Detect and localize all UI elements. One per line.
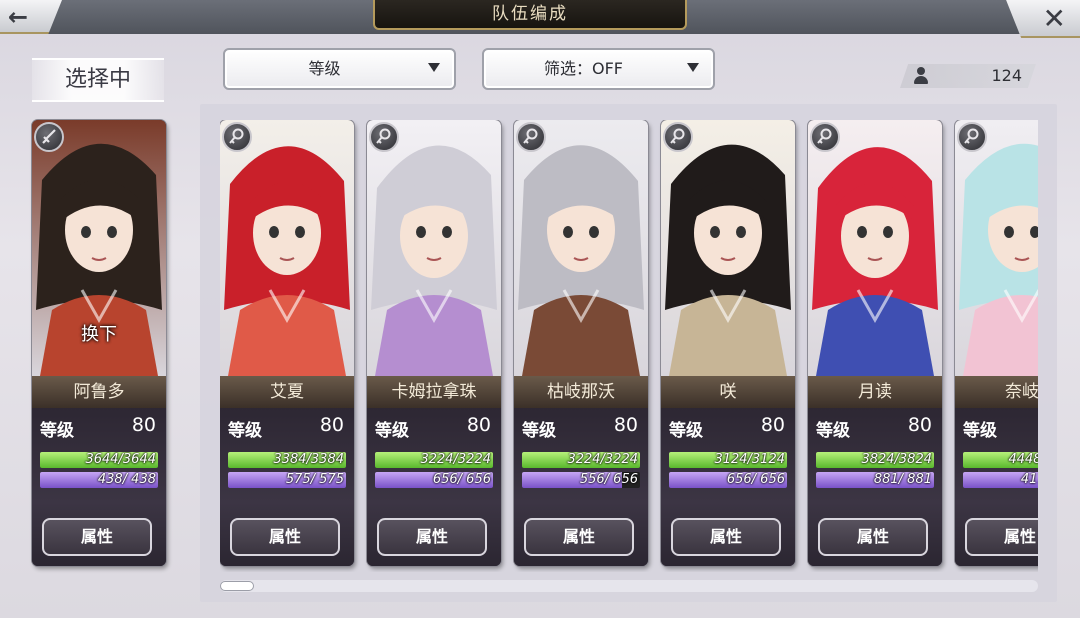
key-icon [663, 122, 693, 152]
filter-dropdown[interactable]: 筛选：OFF [482, 48, 715, 90]
party-count-value: 124 [991, 66, 1022, 85]
mp-bar: 556/ 656 [522, 472, 640, 488]
mp-bar: 575/ 575 [228, 472, 346, 488]
attributes-button[interactable]: 属性 [524, 518, 634, 556]
character-name: 咲 [661, 376, 795, 408]
hp-bar: 3384/3384 [228, 452, 346, 468]
hp-text: 3644/3644 [85, 452, 156, 467]
scroll-thumb[interactable] [220, 581, 254, 591]
character-card[interactable]: 卡姆拉拿珠 等级 80 3224/3224 656/ 656 属性 [367, 120, 501, 566]
character-card[interactable]: 咲 等级 80 3124/3124 656/ 656 属性 [661, 120, 795, 566]
hp-bar: 3824/3824 [816, 452, 934, 468]
key-icon [957, 122, 987, 152]
sort-dropdown-label: 等级 [308, 59, 341, 78]
chevron-down-icon [428, 63, 440, 72]
character-stats: 等级 80 3824/3824 881/ 881 属性 [808, 408, 942, 566]
mp-text: 575/ 575 [285, 472, 344, 487]
character-stats: 等级 80 4448/4448 417/ 417 属性 [955, 408, 1038, 566]
mp-text: 417/ 417 [1020, 472, 1038, 487]
character-stats: 等级 80 3644/3644 438/ 438 属性 [32, 408, 166, 566]
mp-text: 556/ 656 [579, 472, 638, 487]
current-character-card[interactable]: 换下 阿鲁多 等级 80 3644/3644 438/ 438 属性 [32, 120, 166, 566]
chevron-down-icon [687, 63, 699, 72]
key-icon [810, 122, 840, 152]
hp-text: 3224/3224 [567, 452, 638, 467]
mp-text: 438/ 438 [97, 472, 156, 487]
level-label: 等级 [40, 421, 74, 441]
hp-bar: 3224/3224 [522, 452, 640, 468]
attributes-button[interactable]: 属性 [377, 518, 487, 556]
level-label: 等级 [228, 421, 262, 441]
mp-bar: 438/ 438 [40, 472, 158, 488]
character-portrait [514, 120, 648, 376]
attributes-button[interactable]: 属性 [42, 518, 152, 556]
level-value: 80 [613, 414, 638, 436]
level-value: 80 [131, 414, 156, 436]
level-value: 80 [907, 414, 932, 436]
key-icon [369, 122, 399, 152]
character-card[interactable]: 奈岐 等级 80 4448/4448 417/ 417 属性 [955, 120, 1038, 566]
mp-bar: 417/ 417 [963, 472, 1038, 488]
party-count: 124 [900, 64, 1036, 88]
character-stats: 等级 80 3124/3124 656/ 656 属性 [661, 408, 795, 566]
swap-out-label[interactable]: 换下 [32, 320, 166, 346]
page-title: 队伍编成 [373, 0, 687, 30]
hp-text: 3384/3384 [273, 452, 344, 467]
mp-text: 881/ 881 [873, 472, 932, 487]
character-name: 卡姆拉拿珠 [367, 376, 501, 408]
character-name: 奈岐 [955, 376, 1038, 408]
hp-bar: 3224/3224 [375, 452, 493, 468]
character-card[interactable]: 艾夏 等级 80 3384/3384 575/ 575 属性 [220, 120, 354, 566]
character-name: 枯岐那沃 [514, 376, 648, 408]
character-portrait [808, 120, 942, 376]
mp-bar: 656/ 656 [669, 472, 787, 488]
attributes-button[interactable]: 属性 [965, 518, 1038, 556]
character-portrait [220, 120, 354, 376]
hp-bar: 3124/3124 [669, 452, 787, 468]
character-portrait [367, 120, 501, 376]
sort-dropdown[interactable]: 等级 [223, 48, 456, 90]
filter-dropdown-label: 筛选：OFF [543, 59, 623, 78]
character-name: 阿鲁多 [32, 376, 166, 408]
attributes-button[interactable]: 属性 [818, 518, 928, 556]
mp-bar: 656/ 656 [375, 472, 493, 488]
close-icon: ✕ [1042, 2, 1066, 35]
level-value: 80 [466, 414, 491, 436]
back-arrow-icon: ← [8, 3, 29, 31]
character-portrait [955, 120, 1038, 376]
character-name: 艾夏 [220, 376, 354, 408]
hp-bar: 4448/4448 [963, 452, 1038, 468]
attributes-button[interactable]: 属性 [230, 518, 340, 556]
level-value: 80 [319, 414, 344, 436]
character-name: 月读 [808, 376, 942, 408]
selecting-label: 选择中 [32, 58, 164, 102]
character-portrait [661, 120, 795, 376]
level-label: 等级 [375, 421, 409, 441]
mp-text: 656/ 656 [726, 472, 785, 487]
character-card[interactable]: 枯岐那沃 等级 80 3224/3224 556/ 656 属性 [514, 120, 648, 566]
hp-text: 4448/4448 [1008, 452, 1038, 467]
roster-list[interactable]: 艾夏 等级 80 3384/3384 575/ 575 属性 卡姆拉拿珠 等级 … [220, 120, 1038, 572]
hp-text: 3824/3824 [861, 452, 932, 467]
attributes-button[interactable]: 属性 [671, 518, 781, 556]
mp-text: 656/ 656 [432, 472, 491, 487]
hp-text: 3124/3124 [714, 452, 785, 467]
character-stats: 等级 80 3224/3224 556/ 656 属性 [514, 408, 648, 566]
character-card[interactable]: 月读 等级 80 3824/3824 881/ 881 属性 [808, 120, 942, 566]
sword-icon [34, 122, 64, 152]
character-stats: 等级 80 3384/3384 575/ 575 属性 [220, 408, 354, 566]
character-stats: 等级 80 3224/3224 656/ 656 属性 [367, 408, 501, 566]
level-label: 等级 [522, 421, 556, 441]
mp-bar: 881/ 881 [816, 472, 934, 488]
level-value: 80 [760, 414, 785, 436]
hp-text: 3224/3224 [420, 452, 491, 467]
key-icon [516, 122, 546, 152]
level-label: 等级 [816, 421, 850, 441]
key-icon [222, 122, 252, 152]
level-label: 等级 [669, 421, 703, 441]
level-label: 等级 [963, 421, 997, 441]
roster-scrollbar[interactable] [220, 580, 1038, 592]
person-icon [914, 67, 928, 85]
hp-bar: 3644/3644 [40, 452, 158, 468]
